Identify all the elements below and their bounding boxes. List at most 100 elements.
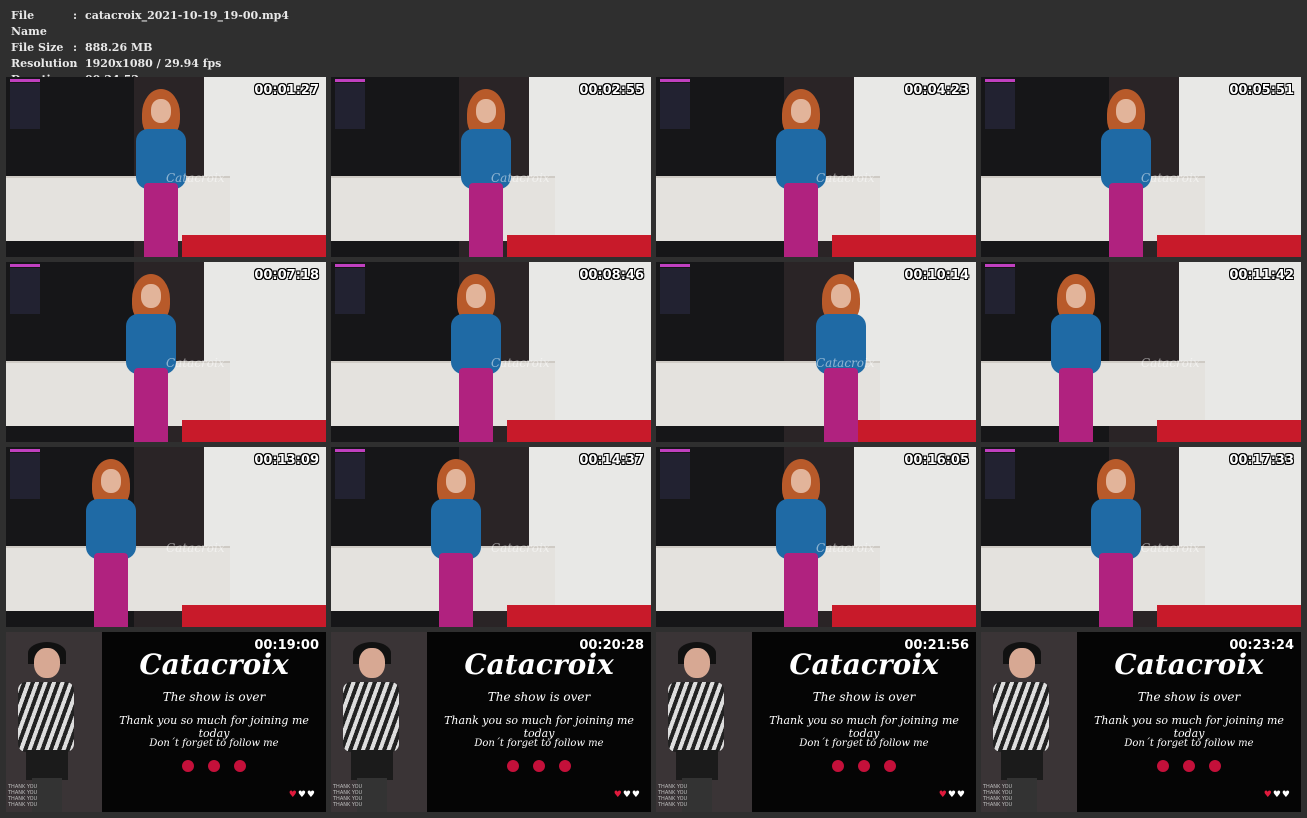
watermark: Catacroix: [1141, 355, 1200, 370]
boots: [439, 553, 473, 627]
file-info-row: Resolution : 1920x1080 / 29.94 fps: [11, 56, 289, 72]
face: [684, 648, 710, 678]
boots: [1109, 183, 1143, 257]
catsuit: [86, 499, 136, 559]
stream-overlay-panel: [10, 264, 40, 314]
snapchat-icon: [884, 760, 896, 772]
video-thumbnail[interactable]: Catacroix 00:11:42: [981, 262, 1301, 442]
end-screen: Catacroix The show is over Thank you so mu…: [981, 632, 1301, 812]
timestamp: 00:07:18: [254, 268, 319, 283]
rug: [507, 605, 651, 627]
boots: [824, 368, 858, 442]
catsuit: [1051, 314, 1101, 374]
stream-scene: Catacroix: [331, 262, 651, 442]
video-thumbnail[interactable]: Catacroix The show is over Thank you so mu…: [6, 632, 326, 812]
performer: [1091, 85, 1161, 257]
snapchat-icon: [1209, 760, 1221, 772]
end-line-3: Don´t forget to follow me: [149, 738, 279, 749]
stream-scene: Catacroix: [656, 447, 976, 627]
separator: :: [73, 57, 78, 70]
catsuit: [1091, 499, 1141, 559]
snapchat-icon: [559, 760, 571, 772]
video-thumbnail[interactable]: Catacroix 00:08:46: [331, 262, 651, 442]
rug: [1157, 420, 1301, 442]
stream-overlay-panel: [335, 449, 365, 499]
rug: [1157, 605, 1301, 627]
rug: [182, 235, 326, 257]
stream-scene: Catacroix: [656, 262, 976, 442]
sofa: [331, 176, 555, 241]
end-line-1: The show is over: [812, 690, 916, 704]
stream-scene: Catacroix: [656, 77, 976, 257]
watermark: Catacroix: [816, 540, 875, 555]
timestamp: 00:10:14: [904, 268, 969, 283]
video-thumbnail[interactable]: Catacroix 00:07:18: [6, 262, 326, 442]
snapchat-icon: [234, 760, 246, 772]
timestamp: 00:11:42: [1229, 268, 1294, 283]
video-thumbnail[interactable]: Catacroix 00:02:55: [331, 77, 651, 257]
end-screen: Catacroix The show is over Thank you so mu…: [6, 632, 326, 812]
video-thumbnail[interactable]: Catacroix 00:10:14: [656, 262, 976, 442]
stream-overlay-panel: [10, 449, 40, 499]
rug: [182, 605, 326, 627]
striped-top: [668, 682, 724, 752]
boots: [784, 183, 818, 257]
skirt: [1001, 750, 1043, 780]
separator: :: [73, 41, 78, 54]
video-thumbnail[interactable]: Catacroix The show is over Thank you so mu…: [331, 632, 651, 812]
video-thumbnail[interactable]: Catacroix 00:05:51: [981, 77, 1301, 257]
stream-scene: Catacroix: [981, 77, 1301, 257]
catsuit: [431, 499, 481, 559]
resolution-value: 1920x1080 / 29.94 fps: [85, 57, 222, 70]
stream-overlay-panel: [335, 264, 365, 314]
performer: [76, 455, 146, 627]
rug: [507, 420, 651, 442]
file-info-row: File Name : catacroix_2021-10-19_19-00.m…: [11, 8, 289, 40]
rug: [1157, 235, 1301, 257]
separator: :: [73, 9, 78, 22]
skirt: [351, 750, 393, 780]
stream-overlay-panel: [335, 79, 365, 129]
end-text: Catacroix The show is over Thank you so mu…: [752, 632, 976, 812]
thank-you-list: THANK YOU THANK YOU THANK YOU THANK YOU: [983, 784, 1012, 808]
hearts-icon: ♥♥♥: [613, 790, 641, 800]
end-text: Catacroix The show is over Thank you so mu…: [1077, 632, 1301, 812]
rug: [182, 420, 326, 442]
watermark: Catacroix: [166, 540, 225, 555]
performer: [441, 270, 511, 442]
timestamp: 00:01:27: [254, 83, 319, 98]
social-icons: [1077, 760, 1301, 772]
boots: [1059, 368, 1093, 442]
performer: [766, 85, 836, 257]
face: [1009, 648, 1035, 678]
timestamp: 00:21:56: [904, 638, 969, 653]
watermark: Catacroix: [1141, 540, 1200, 555]
end-line-3: Don´t forget to follow me: [1124, 738, 1254, 749]
video-thumbnail[interactable]: Catacroix 00:01:27: [6, 77, 326, 257]
video-thumbnail[interactable]: Catacroix 00:17:33: [981, 447, 1301, 627]
boots: [144, 183, 178, 257]
stream-overlay-panel: [660, 264, 690, 314]
video-thumbnail[interactable]: Catacroix 00:04:23: [656, 77, 976, 257]
face: [1116, 99, 1136, 123]
timestamp: 00:05:51: [1229, 83, 1294, 98]
video-thumbnail[interactable]: Catacroix 00:14:37: [331, 447, 651, 627]
thank-you-text: THANK YOU: [658, 802, 688, 808]
thank-you-list: THANK YOU THANK YOU THANK YOU THANK YOU: [333, 784, 362, 808]
file-name-label: File Name: [11, 9, 47, 38]
hearts-icon: ♥♥♥: [288, 790, 316, 800]
skirt: [26, 750, 68, 780]
thank-you-text: THANK YOU: [333, 802, 363, 808]
video-thumbnail[interactable]: Catacroix The show is over Thank you so mu…: [981, 632, 1301, 812]
stream-scene: Catacroix: [981, 262, 1301, 442]
performer: [126, 85, 196, 257]
timestamp: 00:04:23: [904, 83, 969, 98]
video-thumbnail[interactable]: Catacroix The show is over Thank you so mu…: [656, 632, 976, 812]
stream-scene: Catacroix: [6, 447, 326, 627]
video-thumbnail[interactable]: Catacroix 00:13:09: [6, 447, 326, 627]
video-thumbnail[interactable]: Catacroix 00:16:05: [656, 447, 976, 627]
skirt: [676, 750, 718, 780]
watermark: Catacroix: [491, 355, 550, 370]
thank-you-text: THANK YOU: [8, 802, 38, 808]
timestamp: 00:19:00: [254, 638, 319, 653]
